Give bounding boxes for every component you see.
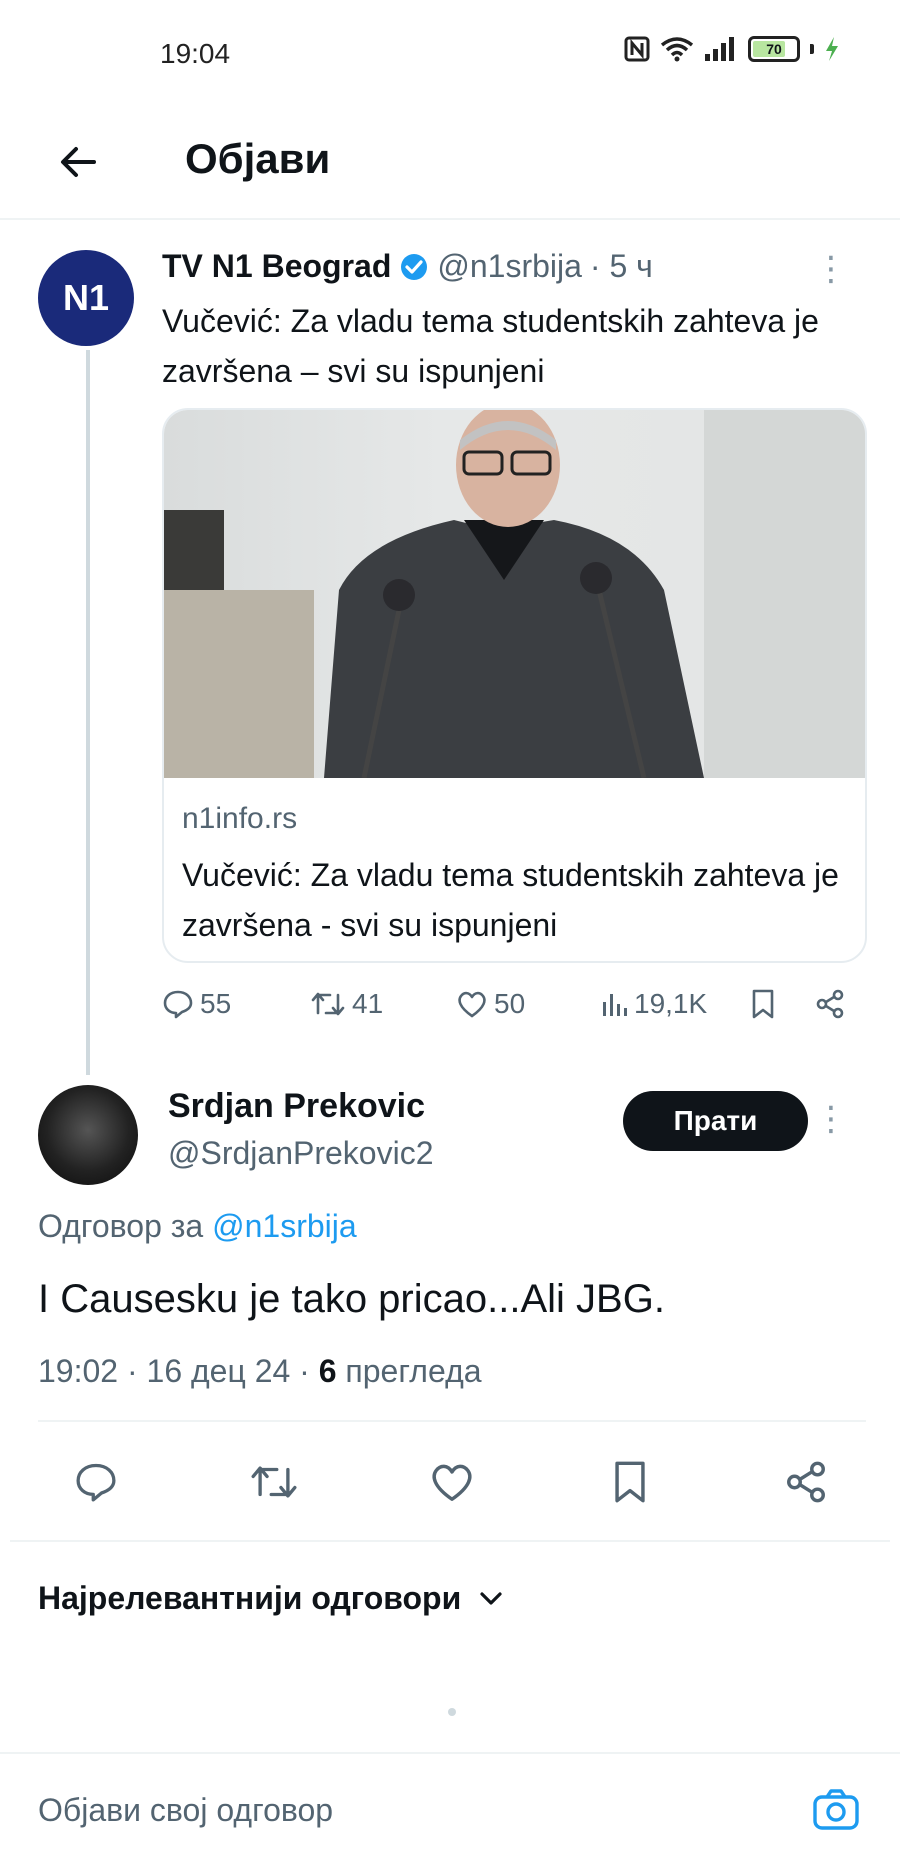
tweet-actions: 55 41 50 19,1K (162, 988, 867, 1028)
card-photo (164, 410, 865, 779)
reply-to-label: Одговор за @n1srbija (38, 1208, 357, 1245)
divider (38, 1420, 866, 1422)
chevron-down-icon (480, 1591, 502, 1605)
loading-indicator (448, 1708, 456, 1716)
views-count: 19,1K (634, 988, 708, 1019)
bookmark-icon (752, 989, 774, 1019)
reply-icon (76, 1463, 116, 1502)
replies-sort-dropdown[interactable]: Најрелевантнији одговори (38, 1580, 503, 1617)
time-ago: · 5 ч (589, 248, 653, 284)
tweet-text: I Causesku je tako pricao...Ali JBG. (38, 1277, 665, 1321)
status-time: 19:04 (160, 38, 231, 69)
meta-separator: · (299, 1353, 319, 1389)
battery-icon: 70 (748, 36, 800, 62)
back-button[interactable] (48, 132, 108, 192)
like-button[interactable]: 50 (456, 988, 525, 1020)
verified-badge-icon (401, 253, 428, 280)
wifi-icon (660, 37, 694, 62)
avatar[interactable]: N1 (38, 250, 134, 346)
share-button[interactable] (814, 988, 846, 1020)
status-bar: 19:04 70 (0, 0, 900, 110)
reply-button[interactable] (66, 1452, 126, 1512)
author-name[interactable]: TV N1 Beograd (162, 248, 391, 285)
reply-icon (163, 990, 193, 1019)
reply-count: 55 (200, 988, 232, 1019)
views-label: прегледа (345, 1353, 482, 1389)
like-count: 50 (494, 988, 526, 1019)
tweet-text: Vučević: Za vladu tema studentskih zahte… (162, 303, 819, 389)
views-count: 6 (318, 1353, 337, 1389)
meta-separator: · (126, 1353, 147, 1389)
thread-connector-line (86, 350, 90, 1075)
tweet-header: TV N1 Beograd @n1srbija · 5 ч (162, 248, 653, 285)
retweet-count: 41 (352, 988, 384, 1019)
signal-icon (705, 37, 734, 61)
bookmark-icon (615, 1461, 645, 1503)
more-options-icon[interactable]: ⋮ (814, 1099, 848, 1139)
arrow-left-icon (61, 147, 96, 177)
top-bar: Објави (0, 110, 900, 220)
retweet-icon (311, 992, 345, 1016)
card-title: Vučević: Za vladu tema studentskih zahte… (182, 857, 839, 943)
bookmark-button[interactable] (750, 988, 776, 1020)
retweet-button[interactable]: 41 (310, 988, 383, 1020)
tweet-meta: 19:02 · 16 дец 24 · 6 прегледа (38, 1353, 482, 1390)
status-icons: 70 (624, 36, 840, 62)
charging-icon (826, 37, 838, 61)
more-options-icon[interactable]: ⋮ (814, 252, 848, 286)
reply-compose-bar (0, 1752, 900, 1864)
page-title: Објави (185, 135, 331, 182)
like-button[interactable] (422, 1452, 482, 1512)
bookmark-button[interactable] (600, 1452, 660, 1512)
divider (10, 1540, 890, 1542)
share-icon (787, 1461, 825, 1503)
author-handle[interactable]: @SrdjanPrekovic2 (168, 1135, 433, 1172)
author-name[interactable]: Srdjan Prekovic (168, 1087, 425, 1126)
camera-icon (813, 1789, 859, 1830)
author-handle[interactable]: @n1srbija (437, 248, 582, 285)
nfc-icon (624, 36, 650, 62)
retweet-button[interactable] (244, 1452, 304, 1512)
share-button[interactable] (776, 1452, 836, 1512)
heart-icon (432, 1464, 472, 1501)
reply-to-handle-link[interactable]: @n1srbija (212, 1208, 357, 1244)
avatar[interactable] (38, 1085, 138, 1185)
reply-input[interactable] (38, 1782, 798, 1838)
replies-sort-label: Најрелевантнији одговори (38, 1580, 462, 1616)
main-tweet-actions (0, 1452, 900, 1512)
reply-prefix: Одговор за (38, 1208, 213, 1244)
avatar-logo-text: N1 (62, 277, 110, 318)
reply-button[interactable]: 55 (162, 988, 231, 1020)
heart-icon (458, 991, 486, 1018)
views-button[interactable]: 19,1K (600, 988, 707, 1020)
follow-button[interactable]: Прати (623, 1091, 808, 1151)
battery-cap (810, 44, 814, 54)
card-domain: n1info.rs (182, 802, 298, 835)
views-chart-icon (603, 994, 627, 1016)
camera-button[interactable] (810, 1784, 862, 1836)
link-card[interactable]: n1info.rs Vučević: Za vladu tema student… (162, 408, 867, 963)
battery-level: 70 (766, 41, 782, 57)
tweet-date[interactable]: 16 дец 24 (147, 1353, 291, 1389)
share-icon (816, 989, 844, 1019)
tweet-time[interactable]: 19:02 (38, 1353, 118, 1389)
retweet-icon (251, 1466, 297, 1498)
card-image (164, 410, 865, 779)
